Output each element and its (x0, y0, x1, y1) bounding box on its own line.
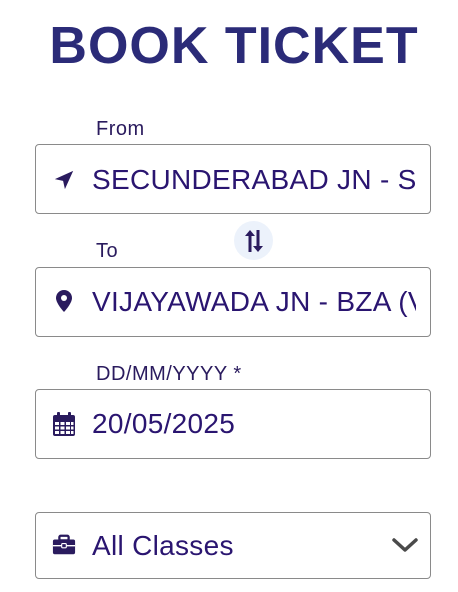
to-station-field[interactable]: VIJAYAWADA JN - BZA (VIJAYAWADA) (35, 267, 431, 337)
from-label: From (96, 118, 145, 140)
calendar-icon (52, 412, 76, 436)
swap-vertical-icon (243, 228, 265, 254)
from-station-value: SECUNDERABAD JN - SC (SECUNDERABAD) (92, 164, 416, 195)
class-select[interactable]: All Classes (35, 512, 431, 579)
to-station-value: VIJAYAWADA JN - BZA (VIJAYAWADA) (92, 286, 416, 317)
journey-date-value: 20/05/2025 (92, 408, 236, 439)
to-label: To (96, 240, 119, 262)
from-station-field[interactable]: SECUNDERABAD JN - SC (SECUNDERABAD) (35, 144, 431, 214)
class-select-value: All Classes (92, 530, 234, 561)
chevron-down-icon (392, 535, 418, 555)
swap-stations-button[interactable] (234, 221, 273, 260)
navigation-arrow-icon (52, 168, 76, 192)
page-title: BOOK TICKET (49, 17, 419, 75)
date-label: DD/MM/YYYY * (96, 363, 242, 385)
journey-date-field[interactable]: 20/05/2025 (35, 389, 431, 459)
map-marker-icon (52, 289, 76, 313)
briefcase-icon (52, 533, 76, 557)
